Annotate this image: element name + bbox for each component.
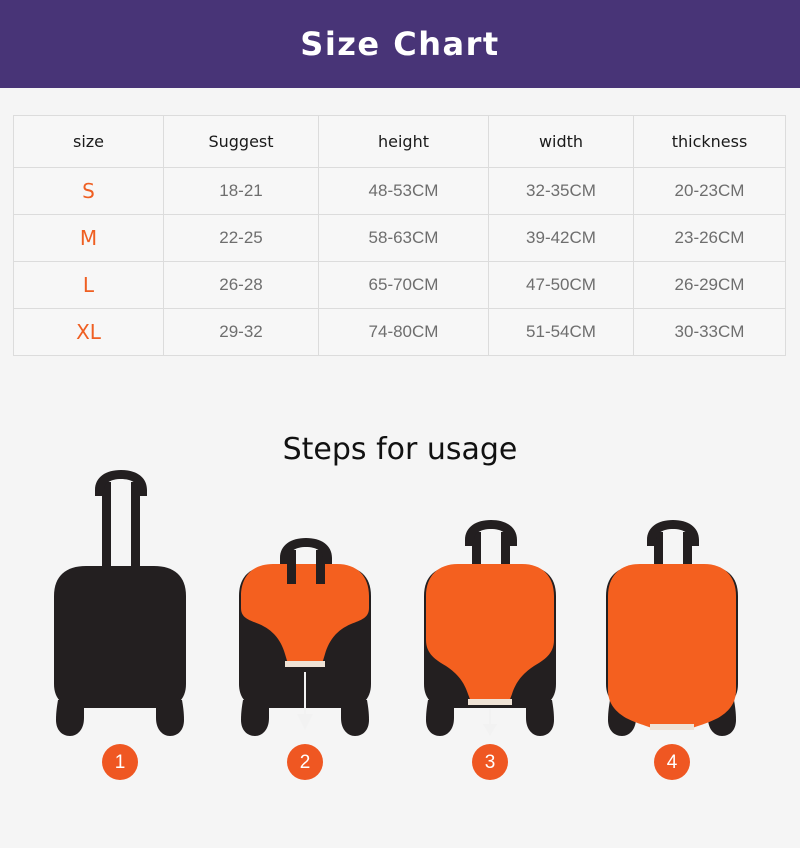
step-item-2: 2: [205, 470, 405, 780]
cell-width: 32-35CM: [488, 167, 634, 215]
cell-suggest: 18-21: [163, 167, 319, 215]
table-row: L 26-28 65-70CM 47-50CM 26-29CM: [13, 261, 786, 309]
cell-size: M: [13, 214, 164, 262]
size-table: size Suggest height width thickness S 18…: [13, 115, 786, 356]
cell-size: XL: [13, 308, 164, 356]
step-number-badge: 3: [472, 744, 508, 780]
cell-thickness: 30-33CM: [633, 308, 786, 356]
cell-height: 65-70CM: [318, 261, 489, 309]
table-row: M 22-25 58-63CM 39-42CM 23-26CM: [13, 214, 786, 262]
cell-height: 74-80CM: [318, 308, 489, 356]
down-arrow-icon: [483, 709, 497, 736]
table-header-row: size Suggest height width thickness: [13, 115, 786, 168]
header-banner: Size Chart: [0, 0, 800, 88]
step-item-4: 4: [572, 470, 772, 780]
cell-width: 39-42CM: [488, 214, 634, 262]
suitcase-uncovered-icon: [20, 468, 220, 740]
table-row: S 18-21 48-53CM 32-35CM 20-23CM: [13, 167, 786, 215]
cell-width: 51-54CM: [488, 308, 634, 356]
suitcase-cover-complete-icon: [572, 468, 772, 740]
cell-height: 48-53CM: [318, 167, 489, 215]
column-header-width: width: [488, 115, 634, 168]
cell-thickness: 26-29CM: [633, 261, 786, 309]
cell-thickness: 23-26CM: [633, 214, 786, 262]
column-header-size: size: [13, 115, 164, 168]
column-header-suggest: Suggest: [163, 115, 319, 168]
page-title: Size Chart: [300, 25, 500, 63]
step-item-1: 1: [20, 470, 220, 780]
size-table-container: size Suggest height width thickness S 18…: [13, 115, 786, 356]
suitcase-cover-mid-icon: [390, 468, 590, 740]
cell-size: L: [13, 261, 164, 309]
cell-width: 47-50CM: [488, 261, 634, 309]
step-number-badge: 2: [287, 744, 323, 780]
step-number-badge: 1: [102, 744, 138, 780]
cell-thickness: 20-23CM: [633, 167, 786, 215]
steps-illustration-row: 1 2 3 4: [0, 470, 800, 780]
column-header-thickness: thickness: [633, 115, 786, 168]
steps-section-title: Steps for usage: [282, 432, 518, 467]
step-number-badge: 4: [654, 744, 690, 780]
size-chart-page: Size Chart size Suggest height width thi…: [0, 0, 800, 848]
suitcase-cover-start-icon: [205, 468, 405, 740]
cell-height: 58-63CM: [318, 214, 489, 262]
cell-suggest: 29-32: [163, 308, 319, 356]
cell-size: S: [13, 167, 164, 215]
step-item-3: 3: [390, 470, 590, 780]
cell-suggest: 22-25: [163, 214, 319, 262]
column-header-height: height: [318, 115, 489, 168]
table-row: XL 29-32 74-80CM 51-54CM 30-33CM: [13, 308, 786, 356]
cell-suggest: 26-28: [163, 261, 319, 309]
